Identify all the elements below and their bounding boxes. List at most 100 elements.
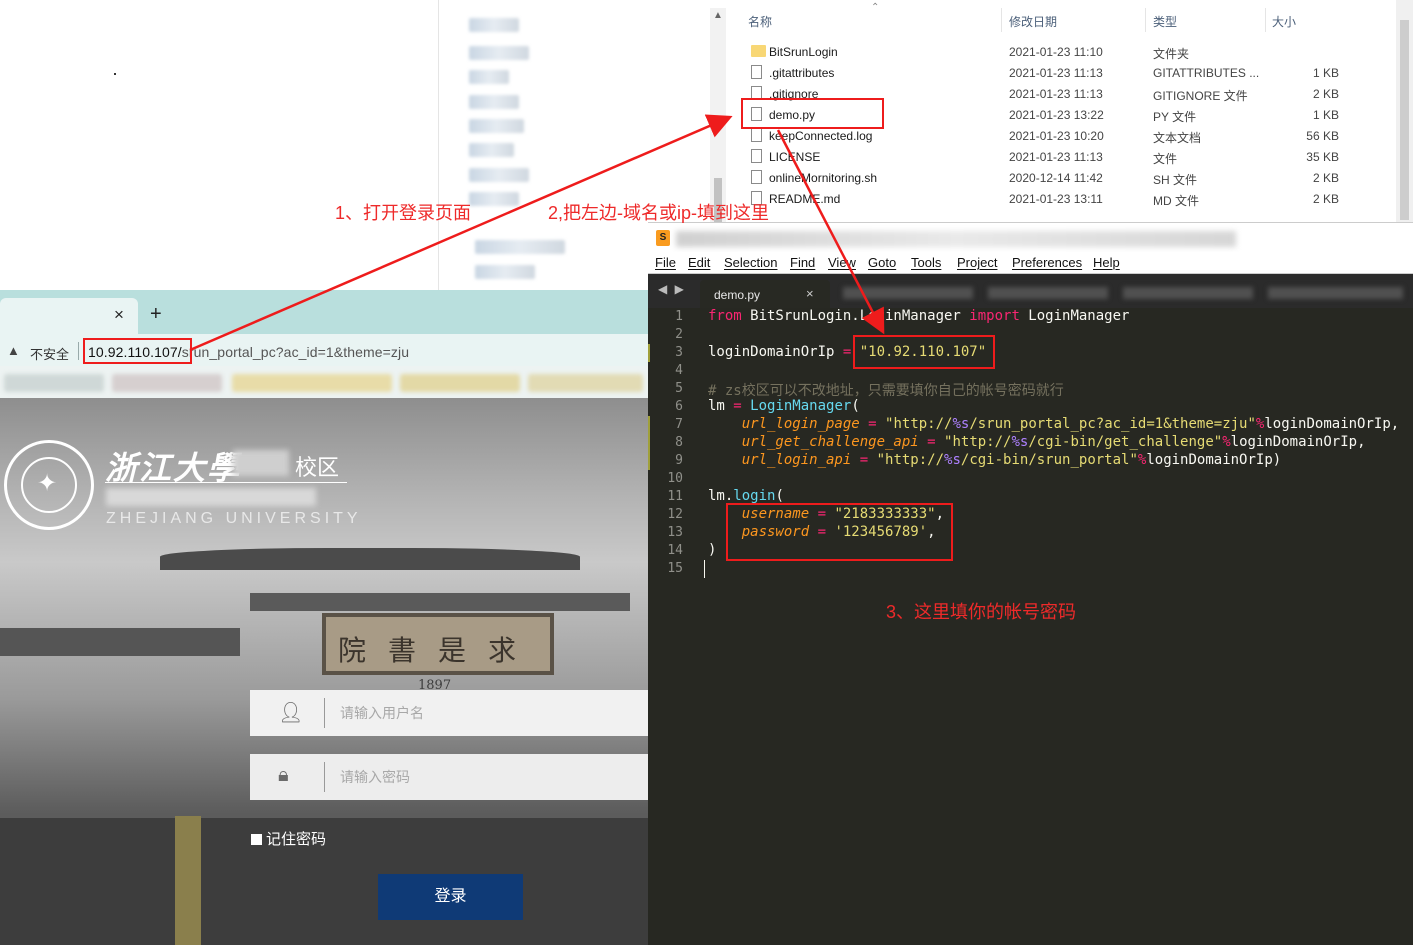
close-tab-icon[interactable]: ×	[806, 286, 814, 301]
tab-scroll-arrows-icon[interactable]: ◀ ▶	[658, 282, 686, 296]
code-line-8[interactable]: url_get_challenge_api = "http://%s/cgi-b…	[708, 434, 1366, 450]
code-area[interactable]: 1 2 3 4 5 6 7 8 9 10 11 12 13 14 15 from BitSrunLogin.…	[648, 308, 1413, 945]
highlight-url-host	[83, 338, 192, 364]
column-divider[interactable]	[1001, 8, 1002, 32]
line-number: 5	[675, 381, 683, 396]
warning-icon[interactable]: ▲	[7, 343, 20, 358]
column-divider[interactable]	[1145, 8, 1146, 32]
code-line-6[interactable]: lm = LoginManager(	[708, 398, 860, 414]
subtitle-blurred	[106, 488, 316, 506]
file-list-scrollbar[interactable]	[1396, 0, 1413, 222]
editor-tab-demo[interactable]: demo.py ×	[700, 280, 830, 308]
file-list-scroll-thumb[interactable]	[1400, 20, 1409, 220]
editor-title-bar: S	[648, 222, 1413, 252]
remember-password[interactable]: 记住密码	[251, 828, 326, 849]
sublime-text-icon: S	[656, 230, 670, 246]
file-type: 文件	[1153, 152, 1178, 166]
password-field[interactable]: 🔒︎	[250, 754, 650, 800]
column-header-type[interactable]: 类型	[1153, 13, 1177, 30]
file-row[interactable]: onlineMornitoring.sh 2020-12-14 11:42 SH 文…	[739, 167, 1379, 188]
file-row[interactable]: README.md 2021-01-23 13:11 MD 文件 2 KB	[739, 188, 1379, 209]
login-page: 院書是求 1897 ✦ 浙江大學 校区 ZHEJIANG UNIVERSITY …	[0, 398, 650, 945]
line-number: 3	[675, 345, 683, 360]
nav-item-blurred[interactable]	[469, 143, 514, 157]
menu-tools[interactable]: Tools	[911, 255, 941, 270]
column-header-name[interactable]: 名称	[748, 13, 772, 30]
line-number: 9	[675, 453, 683, 468]
highlight-domain-value	[853, 335, 995, 369]
editor-tab-blurred[interactable]	[843, 287, 973, 299]
close-tab-icon[interactable]: ×	[114, 305, 124, 325]
nav-item-blurred[interactable]	[469, 18, 519, 32]
nav-item-blurred[interactable]	[475, 240, 565, 254]
password-input[interactable]	[340, 764, 630, 790]
code-line-5[interactable]: # zs校区可以不改地址，只需要填你自己的帐号密码就行	[708, 380, 1064, 400]
code-line-9[interactable]: url_login_api = "http://%s/cgi-bin/srun_…	[708, 452, 1281, 468]
file-date: 2021-01-23 11:13	[1009, 66, 1103, 80]
logo-divider	[105, 482, 347, 483]
file-row[interactable]: BitSrunLogin 2021-01-23 11:10 文件夹	[739, 41, 1379, 62]
bookmarks-bar	[0, 366, 650, 400]
nav-item-blurred[interactable]	[469, 95, 519, 109]
bookmark-blurred[interactable]	[4, 374, 104, 392]
nav-item-blurred[interactable]	[475, 265, 535, 279]
menu-preferences[interactable]: Preferences	[1012, 255, 1082, 270]
annotation-step-2: 2,把左边-域名或ip-填到这里	[548, 203, 770, 223]
not-secure-label[interactable]: 不安全	[30, 344, 69, 363]
menu-file[interactable]: File	[655, 255, 676, 270]
file-size: 2 KB	[1312, 192, 1339, 206]
nav-item-blurred[interactable]	[469, 119, 524, 133]
editor-tab-label[interactable]: demo.py	[714, 288, 760, 302]
line-number: 6	[675, 399, 683, 414]
file-size: 2 KB	[1312, 171, 1339, 185]
file-icon	[751, 128, 762, 142]
gate-roof	[250, 593, 630, 611]
remember-checkbox[interactable]	[251, 834, 262, 845]
code-line-11[interactable]: lm.login(	[708, 488, 784, 504]
bookmark-blurred[interactable]	[528, 374, 643, 392]
plaque-text: 院書是求	[337, 634, 538, 667]
scroll-up-icon[interactable]: ▲	[713, 10, 723, 21]
column-divider[interactable]	[1265, 8, 1266, 32]
column-header-date[interactable]: 修改日期	[1009, 13, 1057, 30]
editor-tab-blurred[interactable]	[1268, 287, 1403, 299]
field-separator	[324, 762, 325, 792]
modified-line-marker	[648, 416, 650, 470]
text-cursor	[704, 560, 705, 578]
code-line-14[interactable]: )	[708, 542, 716, 558]
nav-item-blurred[interactable]	[469, 70, 509, 84]
file-size: 1 KB	[1312, 66, 1339, 80]
nav-item-blurred[interactable]	[469, 168, 529, 182]
menu-find[interactable]: Find	[790, 255, 815, 270]
file-name: BitSrunLogin	[769, 45, 838, 59]
code-line-7[interactable]: url_login_page = "http://%s/srun_portal_…	[708, 416, 1399, 432]
menu-edit[interactable]: Edit	[688, 255, 710, 270]
username-input[interactable]	[340, 700, 630, 726]
new-tab-icon[interactable]: +	[150, 303, 162, 326]
file-type: 文本文档	[1153, 131, 1202, 145]
bookmark-blurred[interactable]	[400, 374, 520, 392]
remember-label[interactable]: 记住密码	[266, 831, 326, 848]
username-field[interactable]: 👤︎	[250, 690, 650, 736]
file-row[interactable]: .gitattributes 2021-01-23 11:13 GITATTRIBU…	[739, 62, 1379, 83]
menu-view[interactable]: View	[828, 255, 856, 270]
login-button[interactable]: 登录	[378, 874, 523, 920]
menu-selection[interactable]: Selection	[724, 255, 777, 270]
file-row[interactable]: LICENSE 2021-01-23 11:13 文件 35 KB	[739, 146, 1379, 167]
menu-goto[interactable]: Goto	[868, 255, 896, 270]
column-header-size[interactable]: 大小	[1272, 13, 1296, 30]
code-line-1[interactable]: from BitSrunLogin.LoginManager import Lo…	[708, 308, 1129, 324]
nav-item-blurred[interactable]	[469, 46, 529, 60]
menu-help[interactable]: Help	[1093, 255, 1120, 270]
bookmark-blurred[interactable]	[232, 374, 392, 392]
line-number: 2	[675, 327, 683, 342]
file-name: onlineMornitoring.sh	[769, 171, 878, 185]
line-number: 14	[667, 543, 683, 558]
campus-label: 校区	[295, 455, 340, 480]
menu-project[interactable]: Project	[957, 255, 997, 270]
editor-tab-blurred[interactable]	[988, 287, 1108, 299]
file-name: README.md	[769, 192, 841, 206]
nav-item-blurred[interactable]	[469, 192, 519, 206]
editor-tab-blurred[interactable]	[1123, 287, 1253, 299]
bookmark-blurred[interactable]	[112, 374, 222, 392]
